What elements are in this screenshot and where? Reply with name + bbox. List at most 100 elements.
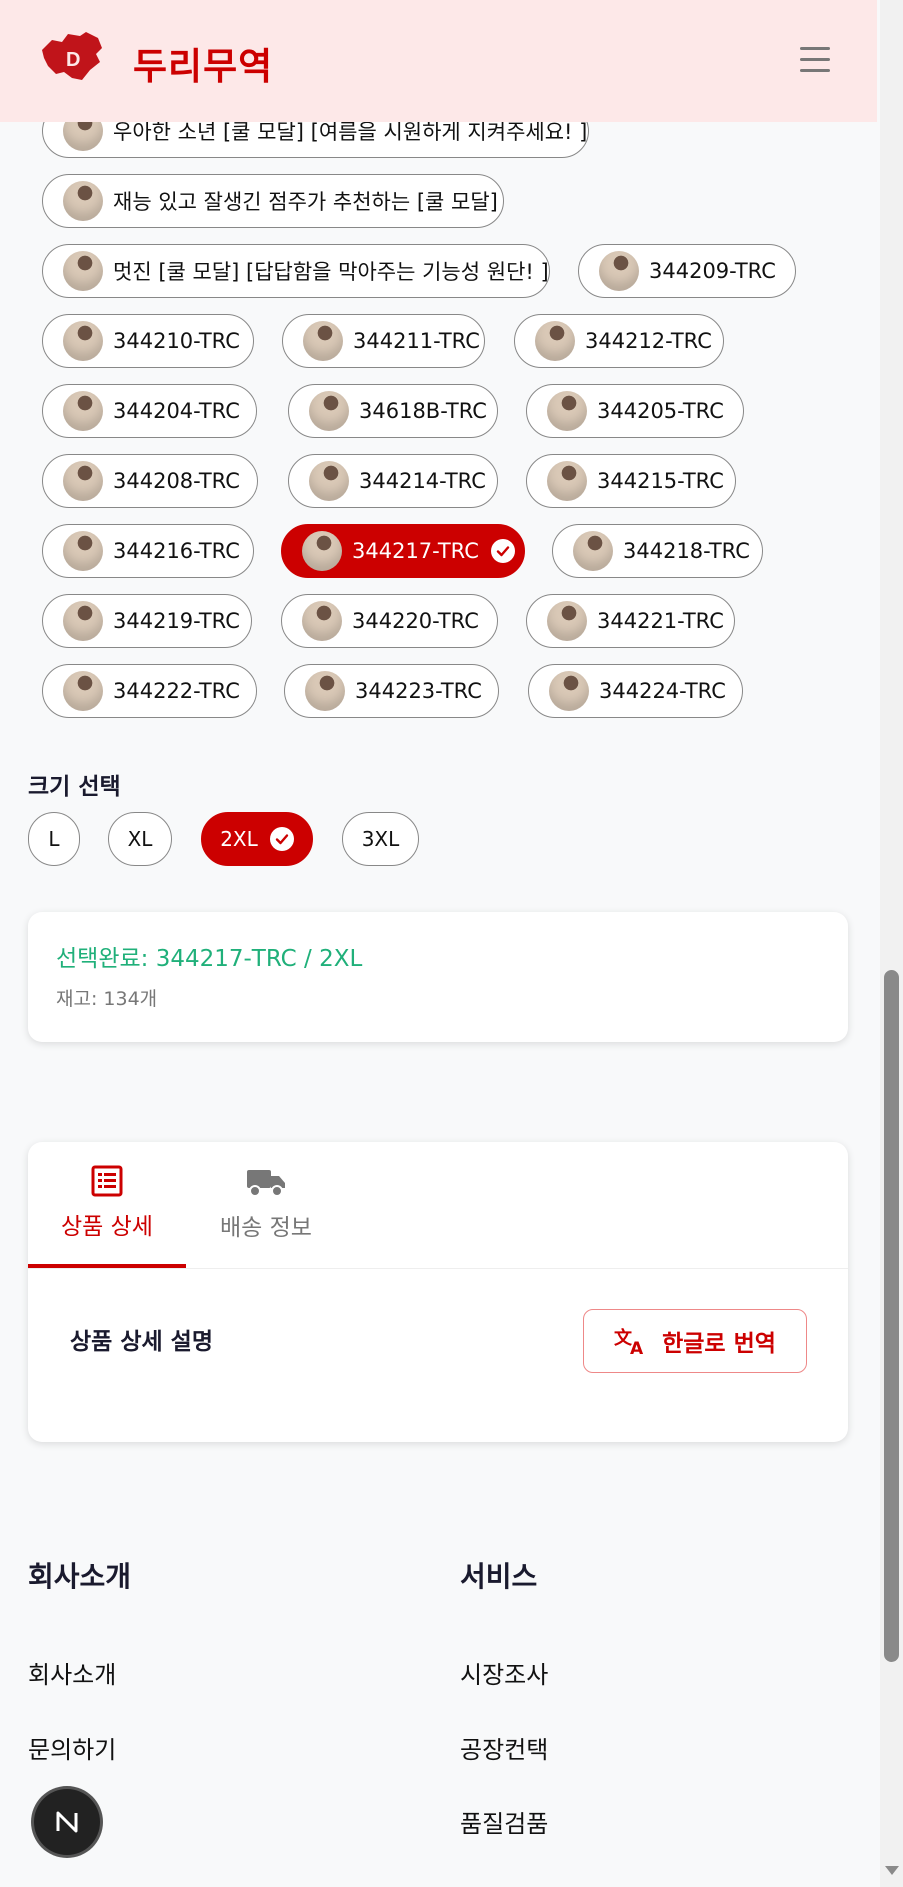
logo-icon[interactable]: D (38, 30, 106, 86)
footer-link-market-research[interactable]: 시장조사 (460, 1655, 548, 1690)
tab-label: 배송 정보 (220, 1215, 312, 1241)
variant-thumbnail-image (535, 321, 575, 361)
variant-label: 344222-TRC (113, 679, 240, 703)
variant-thumbnail-image (547, 391, 587, 431)
size-section-title: 크기 선택 (28, 774, 121, 800)
variant-thumbnail-image (63, 461, 103, 501)
footer-link-quality-inspection[interactable]: 품질검품 (460, 1804, 548, 1839)
size-option-chip[interactable]: XL (108, 812, 172, 866)
translate-button[interactable]: 文 A 한글로 번역 (583, 1309, 807, 1373)
footer-heading-company: 회사소개 (28, 1560, 132, 1593)
variant-label: 344208-TRC (113, 469, 240, 493)
variant-thumbnail-image (63, 531, 103, 571)
scrollbar-thumb[interactable] (884, 970, 899, 1662)
variant-label: 344209-TRC (649, 259, 776, 283)
variant-label: 344219-TRC (113, 609, 240, 633)
variant-option-chip[interactable]: 344222-TRC (42, 664, 257, 718)
tab-label: 상품 상세 (61, 1214, 153, 1240)
n-logo-icon (56, 1811, 78, 1833)
stock-text: 재고: 134개 (56, 988, 158, 1010)
check-circle-icon (269, 827, 294, 851)
site-header: D 두리무역 (0, 0, 877, 122)
variant-label: 344217-TRC (352, 539, 479, 563)
variant-thumbnail-image (547, 461, 587, 501)
tab-shipping-info[interactable]: 배송 정보 (186, 1142, 346, 1268)
variant-option-chip[interactable]: 344215-TRC (526, 454, 736, 508)
footer-link-contact[interactable]: 문의하기 (28, 1730, 116, 1765)
variant-option-chip[interactable]: 344218-TRC (552, 524, 763, 578)
variant-option-chip[interactable]: 344205-TRC (526, 384, 744, 438)
size-label: XL (127, 827, 153, 851)
variant-label: 344212-TRC (585, 329, 712, 353)
variant-thumbnail-image (303, 321, 343, 361)
svg-text:A: A (630, 1339, 644, 1356)
size-option-chip[interactable]: 3XL (342, 812, 419, 866)
variant-thumbnail-image (309, 461, 349, 501)
variant-option-chip[interactable]: 344212-TRC (514, 314, 724, 368)
variant-thumbnail-image (63, 391, 103, 431)
variant-option-chip[interactable]: 34618B-TRC (288, 384, 498, 438)
variant-thumbnail-image (305, 671, 345, 711)
variant-label: 344223-TRC (355, 679, 482, 703)
variant-label: 344218-TRC (623, 539, 750, 563)
variant-option-chip[interactable]: 344210-TRC (42, 314, 254, 368)
variant-thumbnail-image (63, 181, 103, 221)
variant-thumbnail-image (549, 671, 589, 711)
footer-link-factory-contact[interactable]: 공장컨택 (460, 1730, 548, 1765)
translate-button-label: 한글로 번역 (662, 1331, 776, 1357)
detail-title: 상품 상세 설명 (70, 1329, 213, 1355)
tab-divider (28, 1268, 848, 1269)
variant-thumbnail-image (547, 601, 587, 641)
variant-thumbnail-image (309, 391, 349, 431)
translate-icon: 文 A (614, 1327, 644, 1356)
variant-label: 344204-TRC (113, 399, 240, 423)
variant-label: 344211-TRC (353, 329, 480, 353)
size-option-chip[interactable]: 2XL (201, 812, 313, 866)
variant-label: 344216-TRC (113, 539, 240, 563)
selection-summary-card: 선택완료: 344217-TRC / 2XL 재고: 134개 (28, 912, 848, 1042)
variant-thumbnail-image (63, 321, 103, 361)
variant-option-chip[interactable]: 344216-TRC (42, 524, 254, 578)
variant-option-chip[interactable]: 344204-TRC (42, 384, 257, 438)
variant-option-chip[interactable]: 344211-TRC (282, 314, 485, 368)
variant-option-chip[interactable]: 344221-TRC (526, 594, 735, 648)
check-circle-icon (490, 539, 515, 563)
nextjs-dev-badge[interactable] (34, 1789, 100, 1855)
variant-option-chip[interactable]: 344209-TRC (578, 244, 796, 298)
variant-thumbnail-image (302, 601, 342, 641)
selection-complete-text: 선택완료: 344217-TRC / 2XL (56, 946, 363, 972)
footer-link-about[interactable]: 회사소개 (28, 1655, 116, 1690)
variant-option-chip[interactable]: 재능 있고 잘생긴 점주가 추천하는 [쿨 모달] (42, 174, 504, 228)
truck-icon (247, 1170, 285, 1197)
size-label: L (48, 827, 60, 851)
variant-thumbnail-image (573, 531, 613, 571)
variant-option-chip[interactable]: 344208-TRC (42, 454, 258, 508)
product-detail-card: 상품 상세 배송 정보 상품 상세 설명 文 A 한글로 번역 (28, 1142, 848, 1442)
size-label: 2XL (220, 827, 258, 851)
list-alt-icon (91, 1165, 123, 1197)
variant-label: 344210-TRC (113, 329, 240, 353)
variant-thumbnail-image (63, 601, 103, 641)
variant-label: 344215-TRC (597, 469, 724, 493)
size-option-chip[interactable]: L (28, 812, 80, 866)
variant-option-chip[interactable]: 344214-TRC (288, 454, 498, 508)
footer-heading-services: 서비스 (460, 1560, 538, 1593)
variant-option-chip[interactable]: 344223-TRC (284, 664, 499, 718)
variant-thumbnail-image (63, 671, 103, 711)
tab-product-detail[interactable]: 상품 상세 (28, 1142, 186, 1268)
brand-name[interactable]: 두리무역 (133, 36, 273, 90)
variant-label: 멋진 [쿨 모달] [답답함을 막아주는 기능성 원단! ] (113, 260, 549, 284)
variant-option-chip[interactable]: 344220-TRC (281, 594, 498, 648)
variant-label: 344221-TRC (597, 609, 724, 633)
variant-option-chip[interactable]: 344219-TRC (42, 594, 252, 648)
hamburger-menu-icon[interactable] (800, 47, 830, 73)
variant-label: 344214-TRC (359, 469, 486, 493)
scroll-down-arrow-icon[interactable] (885, 1866, 899, 1875)
variant-option-chip[interactable]: 멋진 [쿨 모달] [답답함을 막아주는 기능성 원단! ] (42, 244, 550, 298)
variant-thumbnail-image (63, 251, 103, 291)
variant-label: 34618B-TRC (359, 399, 487, 423)
variant-option-chip[interactable]: 344224-TRC (528, 664, 743, 718)
variant-label: 344205-TRC (597, 399, 724, 423)
variant-option-chip[interactable]: 344217-TRC (281, 524, 525, 578)
variant-thumbnail-image (302, 531, 342, 571)
